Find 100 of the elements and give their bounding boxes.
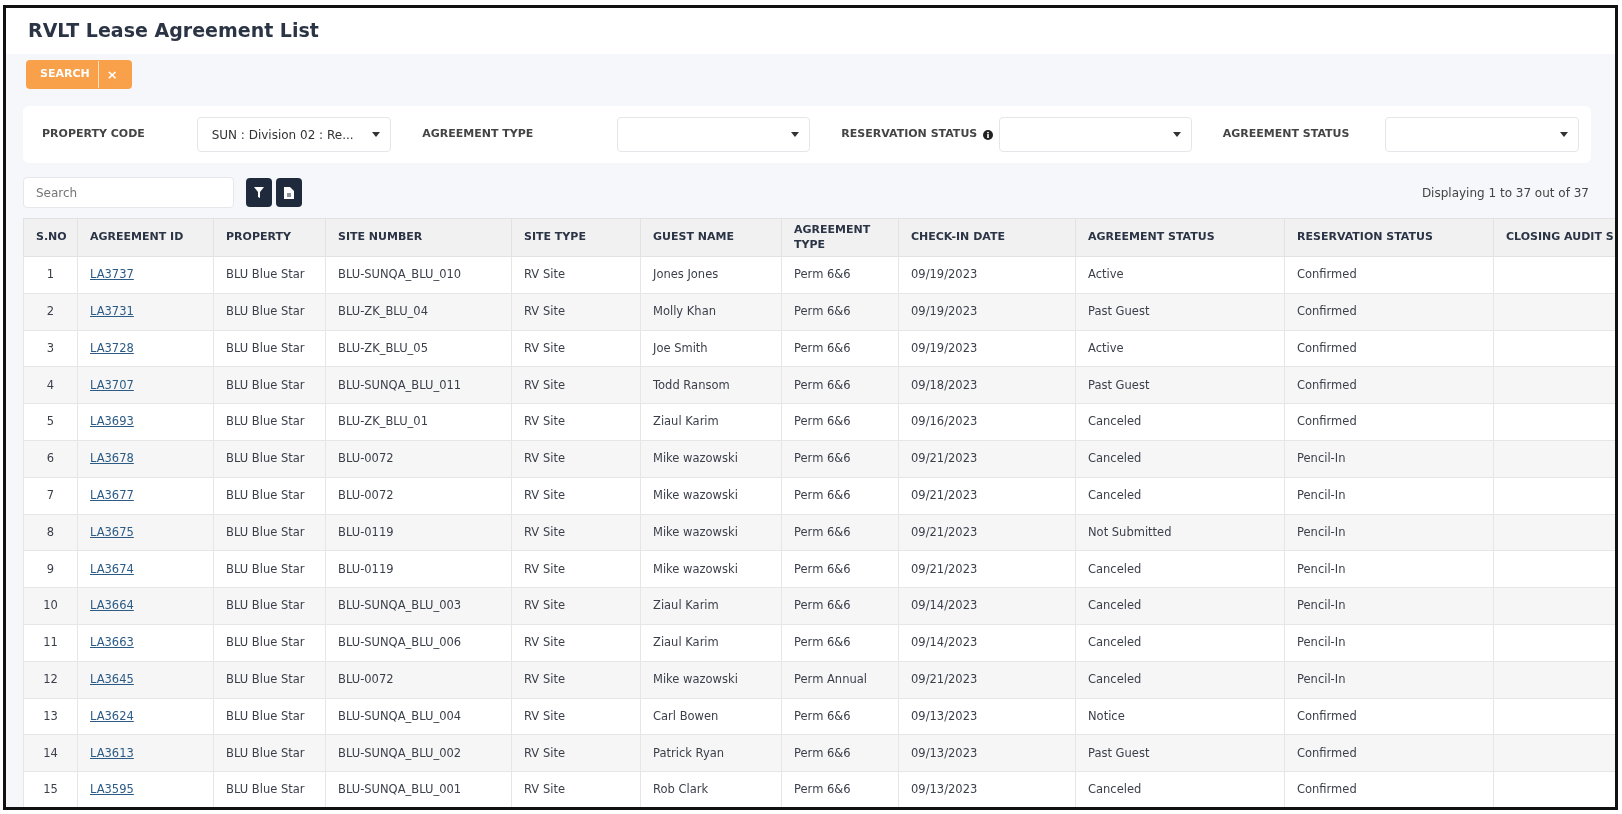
dropdown-field[interactable] [616,117,811,152]
caret-icon [1560,132,1569,137]
table-cell: Canceled [1075,440,1285,478]
table-cell: Not Submitted [1075,514,1285,551]
table-cell: 09/19/2023 [898,293,1076,331]
table-cell: 09/14/2023 [898,587,1076,625]
table-cell: Perm 6&6 [781,587,899,625]
table-cell: 1 [23,256,78,294]
table-cell: RV Site [511,477,641,515]
table-cell: Perm 6&6 [781,256,899,294]
column-header: RESERVATION STATUS [1284,218,1494,257]
table-cell: RV Site [511,698,641,735]
export-button[interactable] [276,178,302,207]
table-cell: RV Site [511,366,641,404]
table-cell: Canceled [1075,624,1285,662]
dropdown-field[interactable]: SUN : Division 02 : Re... [196,117,392,152]
table-cell: Past Guest [1075,734,1285,772]
table-cell: Jones Jones [640,256,782,294]
table-cell: BLU-SUNQA_BLU_002 [325,734,512,772]
table-cell: Mike wazowski [640,514,782,551]
table-cell: 09/19/2023 [898,330,1076,367]
agreement-link[interactable]: LA3731 [90,304,134,319]
table-cell: 11 [23,624,78,662]
column-header: SITE NUMBER [325,218,512,257]
table-cell: Pencil-In [1284,624,1494,662]
table-cell: 13 [23,698,78,735]
agreement-link[interactable]: LA3595 [90,782,134,797]
table-cell: Confirmed [1284,698,1494,735]
table-cell: Confirmed [1284,403,1494,441]
agreement-link[interactable]: LA3677 [90,488,134,503]
table-cell: Perm Annual [781,661,899,699]
table-cell: BLU Blue Star [213,698,326,735]
column-header: AGREEMENT STATUS [1075,218,1285,257]
table-cell: BLU-0119 [325,514,512,551]
agreement-link[interactable]: LA3693 [90,414,134,429]
table-cell: BLU Blue Star [213,440,326,478]
table-cell: 09/18/2023 [898,366,1076,404]
table-cell: Pencil-In [1284,587,1494,625]
table-cell: 9 [23,550,78,588]
table-cell: RV Site [511,661,641,699]
table-cell: 6 [23,440,78,478]
table-cell: 09/21/2023 [898,514,1076,551]
table-cell: 14 [23,734,78,772]
table-cell: 2 [23,293,78,331]
table-cell: 12 [23,661,78,699]
table-cell: Pencil-In [1284,477,1494,515]
column-header: AGREEMENT TYPE [781,218,899,257]
table-cell: BLU-SUNQA_BLU_010 [325,256,512,294]
table-cell: Ziaul Karim [640,403,782,441]
table-cell: Rob Clark [640,771,782,807]
dropdown-field[interactable] [1385,117,1580,152]
table-cell: BLU-ZK_BLU_04 [325,293,512,331]
agreement-link[interactable]: LA3737 [90,267,134,282]
agreement-link[interactable]: LA3645 [90,672,134,687]
table-cell: Canceled [1075,661,1285,699]
table-cell: BLU Blue Star [213,403,326,441]
table-cell: BLU Blue Star [213,661,326,699]
agreement-link[interactable]: LA3664 [90,598,134,613]
table-cell: 09/13/2023 [898,734,1076,772]
table-cell: 8 [23,514,78,551]
column-header: CHECK-IN DATE [898,218,1076,257]
page-title: RVLT Lease Agreement List [6,8,1615,54]
agreement-link[interactable]: LA3624 [90,708,134,723]
agreement-link[interactable]: LA3728 [90,340,134,355]
table-cell: BLU-SUNQA_BLU_006 [325,624,512,662]
filter-button[interactable] [246,178,272,207]
table-cell: BLU Blue Star [213,366,326,404]
table-cell: 7 [23,477,78,515]
table-cell: BLU-0072 [325,477,512,515]
agreement-link[interactable]: LA3663 [90,635,134,650]
agreement-link[interactable]: LA3675 [90,524,134,539]
agreement-link[interactable]: LA3678 [90,451,134,466]
agreement-link[interactable]: LA3707 [90,377,134,392]
caret-icon [372,132,381,137]
table-cell: Mike wazowski [640,550,782,588]
table-cell: Perm 6&6 [781,403,899,441]
agreement-link[interactable]: LA3613 [90,745,134,760]
table-cell: BLU Blue Star [213,587,326,625]
filter-label: AGREEMENT TYPE [422,126,535,143]
table-cell: Pencil-In [1284,661,1494,699]
table-cell: Molly Khan [640,293,782,331]
table-cell: 09/16/2023 [898,403,1076,441]
table-cell: Canceled [1075,587,1285,625]
table-cell: RV Site [511,293,641,331]
filter-label: AGREEMENT STATUS [1222,126,1351,143]
agreement-link[interactable]: LA3674 [90,561,134,576]
table-cell: Confirmed [1284,293,1494,331]
table-cell: Perm 6&6 [781,440,899,478]
search-field[interactable]: Search [23,177,234,208]
table-cell: Ziaul Karim [640,624,782,662]
table-cell: Carl Bowen [640,698,782,735]
table-cell: BLU Blue Star [213,477,326,515]
table-cell: 09/14/2023 [898,624,1076,662]
table-cell: Pencil-In [1284,514,1494,551]
dropdown-field[interactable] [999,117,1192,152]
table-cell: Perm 6&6 [781,771,899,807]
document-icon [284,186,294,199]
caret-icon [791,132,800,137]
table-cell: 09/21/2023 [898,661,1076,699]
filter-label: PROPERTY CODE [42,126,146,143]
